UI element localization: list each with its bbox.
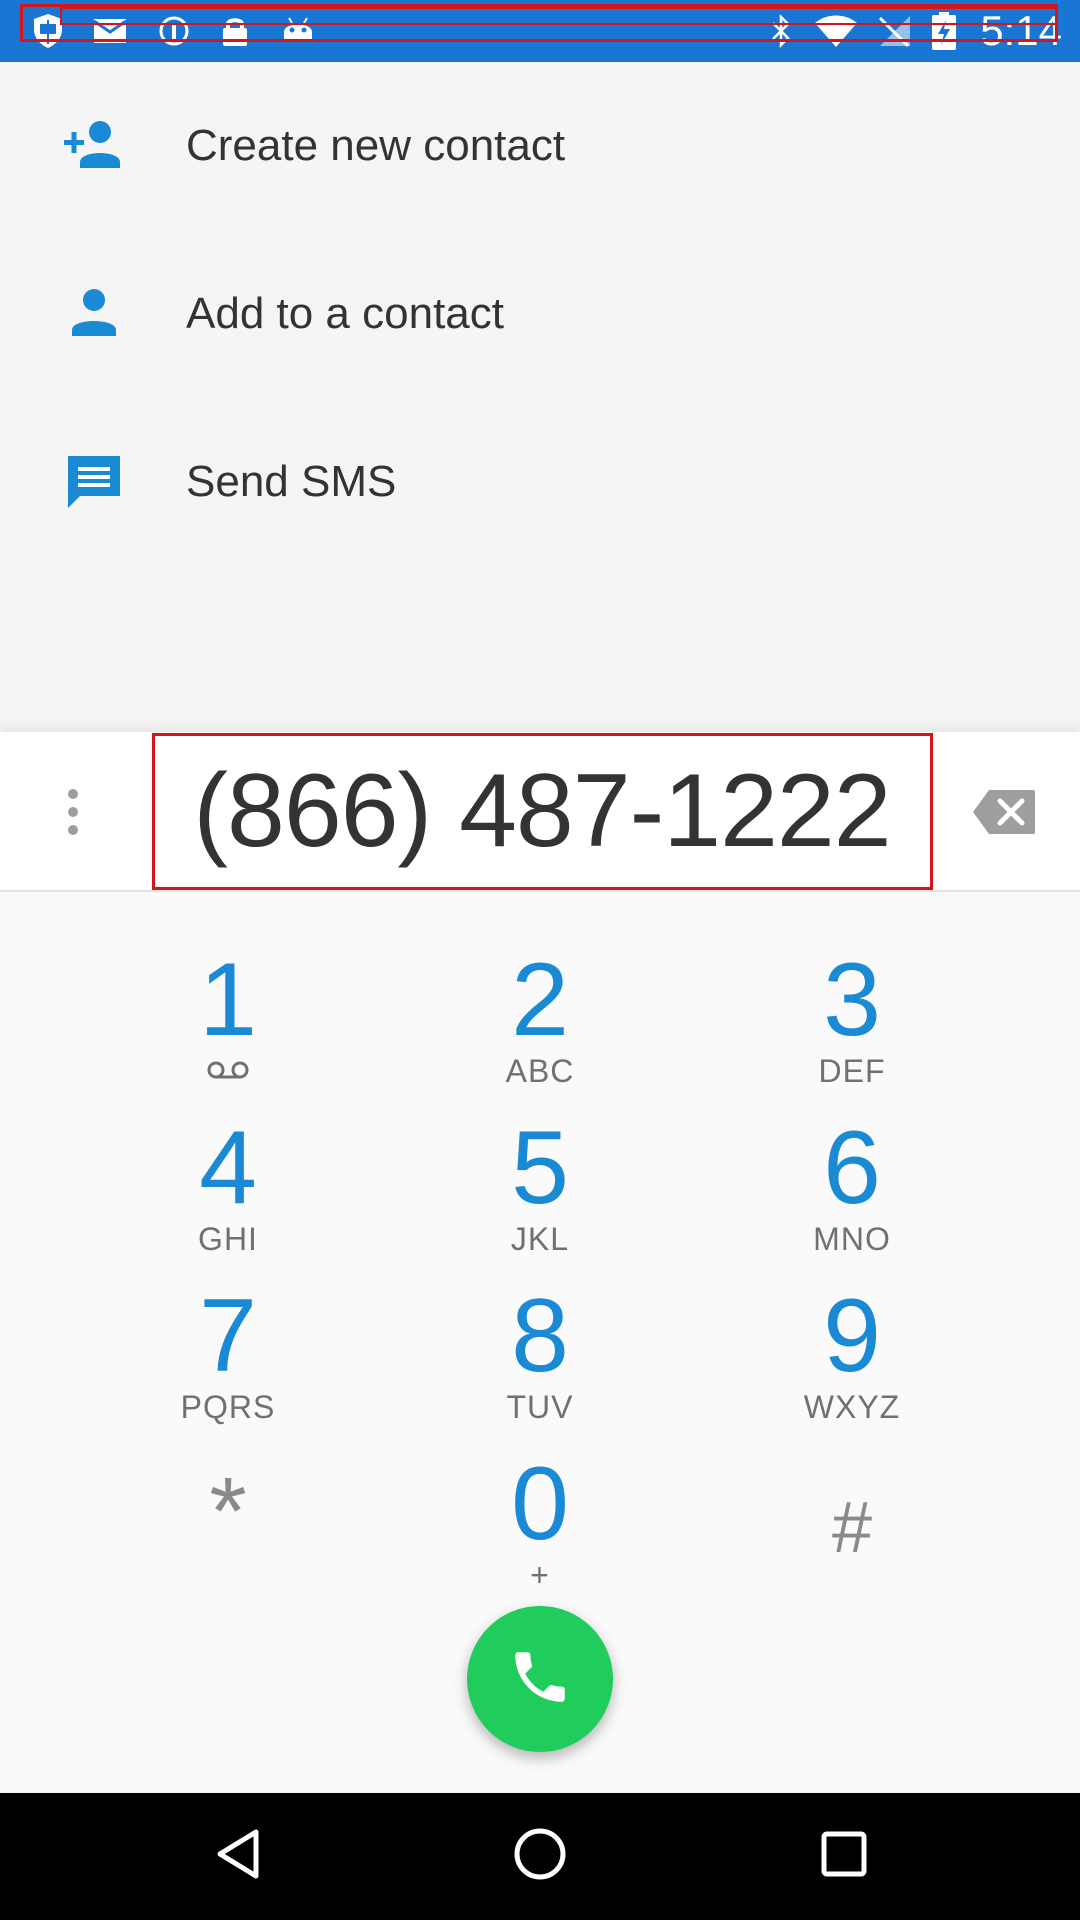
- dial-key-star[interactable]: *: [72, 1436, 384, 1604]
- key-digit: 8: [511, 1278, 569, 1394]
- key-letters: ABC: [505, 1053, 575, 1089]
- status-bar: 5:14: [0, 0, 1080, 62]
- call-button[interactable]: [467, 1606, 613, 1752]
- dial-key-5[interactable]: 5 JKL: [384, 1100, 696, 1268]
- backspace-icon: [971, 788, 1037, 841]
- key-letters: PQRS: [180, 1389, 276, 1425]
- overflow-dot: [68, 807, 78, 817]
- home-icon: [513, 1827, 567, 1886]
- message-icon: [60, 448, 128, 516]
- key-letters: TUV: [506, 1389, 574, 1425]
- key-symbol: *: [209, 1458, 247, 1565]
- dial-key-4[interactable]: 4 GHI: [72, 1100, 384, 1268]
- lock-icon: [218, 0, 252, 62]
- bluetooth-icon: [766, 0, 796, 62]
- dialer-actions-list: Create new contact Add to a contact Send…: [0, 62, 1080, 732]
- key-letters: MNO: [813, 1221, 891, 1257]
- send-sms-item[interactable]: Send SMS: [0, 398, 1080, 566]
- key-digit: 3: [823, 942, 881, 1058]
- no-signal-icon: [874, 0, 914, 62]
- key-letters: +: [530, 1557, 550, 1593]
- status-clock: 5:14: [980, 7, 1062, 54]
- person-icon: [60, 280, 128, 348]
- send-sms-label: Send SMS: [186, 457, 397, 506]
- key-digit: 9: [823, 1278, 881, 1394]
- dial-key-6[interactable]: 6 MNO: [696, 1100, 1008, 1268]
- create-new-contact-label: Create new contact: [186, 121, 566, 170]
- phone-icon: [507, 1644, 573, 1715]
- back-icon: [214, 1828, 262, 1885]
- add-to-contact-label: Add to a contact: [186, 289, 504, 338]
- key-digit: 7: [199, 1278, 257, 1394]
- key-symbol: #: [831, 1488, 873, 1568]
- voicemail-icon: [205, 1060, 251, 1085]
- overflow-dot: [68, 789, 78, 799]
- dial-key-8[interactable]: 8 TUV: [384, 1268, 696, 1436]
- key-digit: 4: [199, 1110, 257, 1226]
- backspace-button[interactable]: [968, 778, 1040, 850]
- sync-icon: [156, 0, 192, 62]
- add-person-icon: [60, 112, 128, 180]
- dial-key-1[interactable]: 1: [72, 932, 384, 1100]
- key-digit: 2: [511, 942, 569, 1058]
- dial-key-9[interactable]: 9 WXYZ: [696, 1268, 1008, 1436]
- key-digit: 5: [511, 1110, 569, 1226]
- recents-button[interactable]: [764, 1793, 924, 1920]
- phone-number-field[interactable]: (866) 487-1222: [152, 734, 932, 888]
- back-button[interactable]: [158, 1793, 318, 1920]
- key-letters: JKL: [510, 1221, 570, 1257]
- key-letters: DEF: [818, 1053, 886, 1089]
- dial-key-7[interactable]: 7 PQRS: [72, 1268, 384, 1436]
- navigation-bar: [0, 1793, 1080, 1920]
- dial-key-0[interactable]: 0 +: [384, 1436, 696, 1604]
- key-letters: GHI: [198, 1221, 258, 1257]
- wifi-icon: [812, 0, 860, 62]
- key-digit: 1: [199, 942, 257, 1058]
- recents-icon: [821, 1831, 867, 1882]
- overflow-dot: [68, 825, 78, 835]
- shield-icon: [28, 0, 68, 62]
- email-icon: [92, 0, 128, 62]
- key-digit: 0: [511, 1446, 569, 1562]
- dial-key-hash[interactable]: #: [696, 1436, 1008, 1604]
- battery-charging-icon: [928, 0, 960, 62]
- android-icon: [280, 0, 316, 62]
- overflow-menu-button[interactable]: [48, 770, 98, 854]
- create-new-contact-item[interactable]: Create new contact: [0, 62, 1080, 230]
- home-button[interactable]: [460, 1793, 620, 1920]
- dial-key-2[interactable]: 2 ABC: [384, 932, 696, 1100]
- key-digit: 6: [823, 1110, 881, 1226]
- add-to-contact-item[interactable]: Add to a contact: [0, 230, 1080, 398]
- dial-key-3[interactable]: 3 DEF: [696, 932, 1008, 1100]
- key-letters: WXYZ: [803, 1389, 901, 1425]
- digits-bar: (866) 487-1222: [0, 732, 1080, 892]
